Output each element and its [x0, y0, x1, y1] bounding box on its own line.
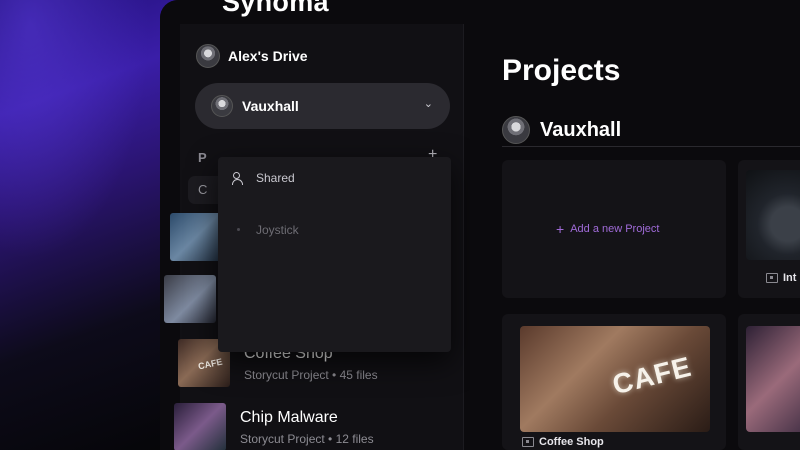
title-bar: Synoma — [160, 0, 800, 24]
project-thumbnail — [170, 213, 222, 261]
drive-name: Alex's Drive — [228, 48, 308, 64]
workspace-selected-label: Vauxhall — [242, 98, 299, 114]
project-card-meta: Int — [766, 272, 796, 284]
workspace-header: Vauxhall — [502, 116, 621, 144]
project-card-title: Int — [783, 272, 797, 284]
project-card-thumbnail: CAFE — [520, 326, 710, 432]
project-card-thumbnail — [746, 170, 800, 260]
dropdown-item-label: Joystick — [256, 223, 299, 237]
avatar — [196, 44, 220, 68]
project-card[interactable]: CAFE Coffee Shop — [502, 314, 726, 450]
plus-icon: + — [556, 221, 565, 237]
workspace-dropdown-menu: Shared Joystick — [218, 157, 451, 352]
project-card[interactable]: Int — [738, 160, 800, 298]
divider — [502, 146, 800, 147]
dot-icon — [232, 223, 246, 237]
dropdown-item-shared[interactable]: Shared — [218, 162, 451, 194]
desktop-glow — [0, 0, 150, 260]
list-item[interactable]: Chip Malware Storycut Project • 12 files — [174, 400, 458, 450]
sidebar: Alex's Drive Vauxhall ⌄ P + C ↓ — [164, 24, 464, 450]
film-icon — [522, 437, 534, 447]
drive-header[interactable]: Alex's Drive — [196, 42, 308, 70]
add-project-label: Add a new Project — [570, 223, 660, 235]
project-card[interactable] — [738, 314, 800, 450]
workspace-avatar — [211, 95, 233, 117]
project-subtitle: Storycut Project • 45 files — [244, 367, 378, 382]
cafe-sign-text: CAFE — [609, 350, 695, 401]
project-card-title: Coffee Shop — [539, 436, 604, 448]
projects-heading: P — [198, 150, 207, 165]
project-subtitle: Storycut Project • 12 files — [240, 431, 374, 446]
project-thumbnail — [174, 403, 226, 450]
film-icon — [766, 273, 778, 283]
workspace-header-name: Vauxhall — [540, 118, 622, 141]
page-title: Projects — [502, 54, 621, 87]
chevron-down-icon: ⌄ — [423, 98, 433, 110]
project-card-thumbnail — [746, 326, 800, 432]
people-icon — [232, 171, 246, 185]
app-title: Synoma — [222, 0, 329, 17]
project-title: Chip Malware — [240, 408, 338, 426]
dropdown-item-joystick[interactable]: Joystick — [218, 214, 451, 246]
project-card-meta: Coffee Shop — [522, 436, 604, 448]
project-thumbnail — [164, 275, 216, 323]
workspace-avatar — [502, 116, 530, 144]
dropdown-item-label: Shared — [256, 171, 295, 185]
workspace-dropdown[interactable]: Vauxhall ⌄ — [195, 83, 450, 129]
add-project-card[interactable]: + Add a new Project — [502, 160, 726, 298]
main-content: Projects Vauxhall + Add a new Project In… — [470, 24, 800, 450]
app-window: Synoma Alex's Drive Vauxhall ⌄ P + C ↓ — [160, 0, 800, 450]
add-project-button[interactable]: + Add a new Project — [556, 221, 659, 237]
